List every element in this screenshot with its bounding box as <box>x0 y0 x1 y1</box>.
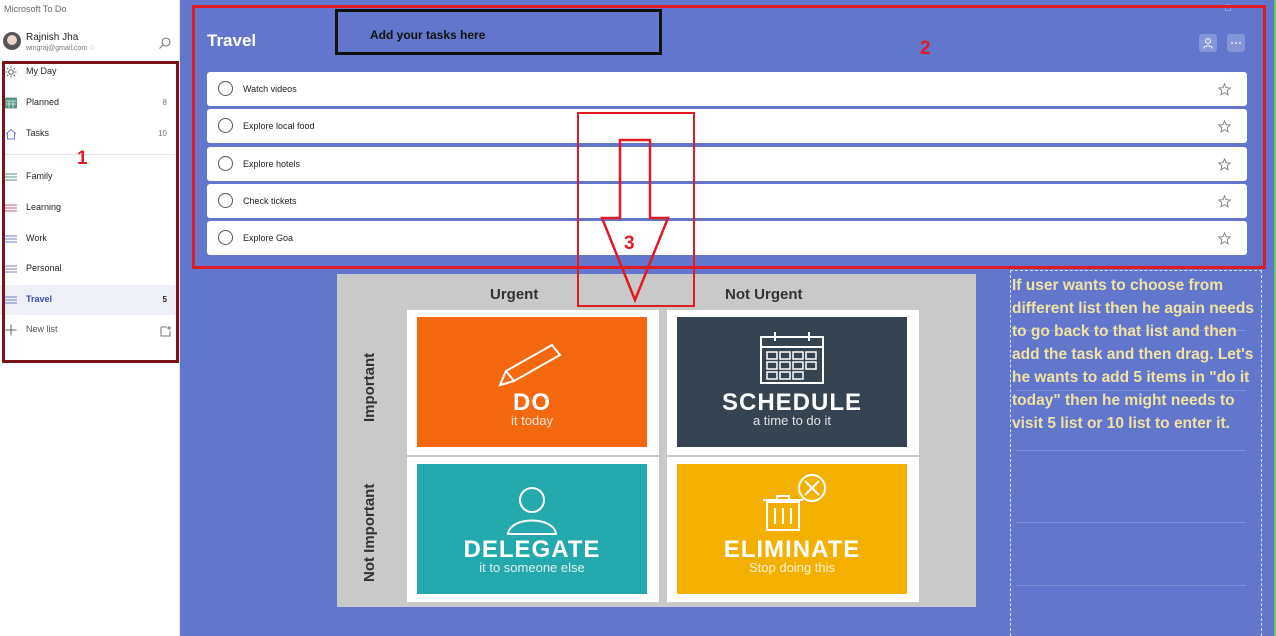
quadrant-schedule: SCHEDULE a time to do it <box>667 310 919 455</box>
pencil-icon <box>498 343 562 387</box>
search-icon[interactable] <box>158 36 172 50</box>
user-name[interactable]: Rajnish Jha <box>26 32 78 43</box>
annotation-number-2: 2 <box>920 38 931 59</box>
calendar-icon <box>760 332 824 384</box>
quadrant-subtitle: Stop doing this <box>748 560 835 575</box>
sidebar: Microsoft To Do Rajnish Jha wingraj@gmai… <box>0 0 180 636</box>
user-email[interactable]: wingraj@gmail.com ♢ <box>26 44 95 52</box>
quadrant-eliminate: ELIMINATE Stop doing this <box>667 457 919 602</box>
arrow-down-icon <box>600 138 670 303</box>
quadrant-delegate: DELEGATE it to someone else <box>407 457 659 602</box>
annotation-number-3: 3 <box>624 233 635 254</box>
quadrant-do: DO it today <box>407 310 659 455</box>
row-label-not-important: Not Important <box>361 483 378 582</box>
row-label-important: Important <box>361 352 378 422</box>
eisenhower-matrix-image: Urgent Not Urgent Important Not Importan… <box>337 274 976 607</box>
column-label-urgent: Urgent <box>490 286 539 303</box>
note-text: If user wants to choose from different l… <box>1012 277 1255 432</box>
quadrant-subtitle: a time to do it <box>752 413 832 428</box>
annotation-box-1 <box>2 61 179 363</box>
annotation-box-2 <box>192 5 1266 269</box>
app-title: Microsoft To Do <box>4 4 67 14</box>
quadrant-subtitle: it to someone else <box>479 560 585 575</box>
trash-icon <box>763 474 826 531</box>
quadrant-subtitle: it today <box>511 413 553 428</box>
main-panel: ◻ Travel Add your tasks here Watch video… <box>180 0 1276 636</box>
annotation-number-1: 1 <box>77 148 88 169</box>
column-label-not-urgent: Not Urgent <box>725 286 803 303</box>
avatar[interactable] <box>3 32 21 50</box>
person-icon <box>506 487 558 535</box>
